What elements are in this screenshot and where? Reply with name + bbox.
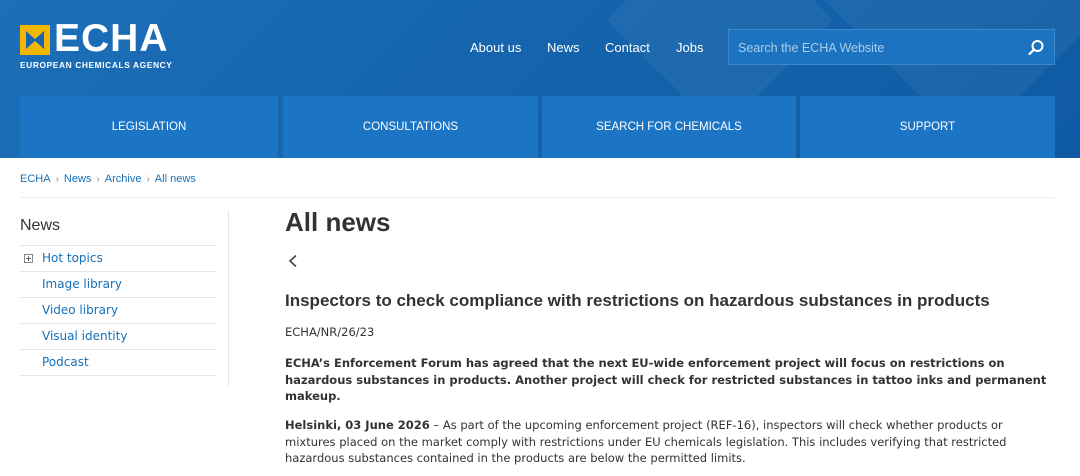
echa-logo[interactable]: ECHA EUROPEAN CHEMICALS AGENCY [20, 17, 200, 72]
logo-text: ECHA [54, 17, 169, 60]
breadcrumb-echa[interactable]: ECHA [20, 173, 51, 185]
search-input[interactable] [738, 38, 1018, 58]
article-dateline: Helsinki, 03 June 2026 [285, 418, 430, 432]
nav-link-jobs[interactable]: Jobs [676, 40, 703, 55]
sidebar-item-hot-topics[interactable]: Hot topics [20, 246, 216, 272]
site-search [728, 29, 1055, 65]
breadcrumb: ECHA › News › Archive › All news [20, 173, 196, 189]
breadcrumb-divider [20, 197, 1055, 198]
nav-link-about-us[interactable]: About us [470, 40, 521, 55]
sidebar-item-label: Video library [42, 303, 119, 317]
article-title: Inspectors to check compliance with rest… [285, 291, 990, 310]
nav-link-contact[interactable]: Contact [605, 40, 650, 55]
chevron-right-icon: › [55, 174, 59, 185]
sidebar-item-visual-identity[interactable]: Visual identity [20, 324, 216, 350]
article-lead: ECHA’s Enforcement Forum has agreed that… [285, 356, 1047, 403]
tab-search-for-chemicals[interactable]: SEARCH FOR CHEMICALS [542, 96, 796, 158]
sidebar: News Hot topics Image library Video libr… [20, 210, 216, 376]
sidebar-item-video-library[interactable]: Video library [20, 298, 216, 324]
logo-subtitle: EUROPEAN CHEMICALS AGENCY [20, 60, 173, 70]
expand-plus-icon[interactable] [24, 254, 33, 263]
tab-consultations[interactable]: CONSULTATIONS [283, 96, 538, 158]
sidebar-item-label: Podcast [42, 355, 89, 369]
breadcrumb-news[interactable]: News [64, 173, 92, 185]
breadcrumb-archive[interactable]: Archive [105, 173, 142, 185]
sidebar-item-podcast[interactable]: Podcast [20, 350, 216, 376]
sidebar-item-label: Visual identity [42, 329, 128, 343]
chevron-right-icon: › [96, 174, 100, 185]
search-icon[interactable] [1028, 39, 1045, 56]
tab-support[interactable]: SUPPORT [800, 96, 1055, 158]
page-title: All news [285, 207, 391, 237]
tab-legislation[interactable]: LEGISLATION [20, 96, 278, 158]
sidebar-item-image-library[interactable]: Image library [20, 272, 216, 298]
breadcrumb-all-news[interactable]: All news [155, 173, 196, 185]
press-release-reference: ECHA/NR/26/23 [285, 325, 375, 339]
echa-logo-icon [20, 25, 50, 55]
sidebar-item-label: Image library [42, 277, 123, 291]
sidebar-divider [228, 210, 229, 386]
site-header: ECHA EUROPEAN CHEMICALS AGENCY About us … [0, 0, 1080, 158]
article-body: Helsinki, 03 June 2026 – As part of the … [285, 417, 1047, 467]
chevron-left-icon[interactable] [287, 254, 299, 268]
chevron-right-icon: › [146, 174, 150, 185]
nav-link-news[interactable]: News [547, 40, 580, 55]
sidebar-title: News [20, 210, 216, 246]
sidebar-item-label: Hot topics [42, 251, 103, 265]
